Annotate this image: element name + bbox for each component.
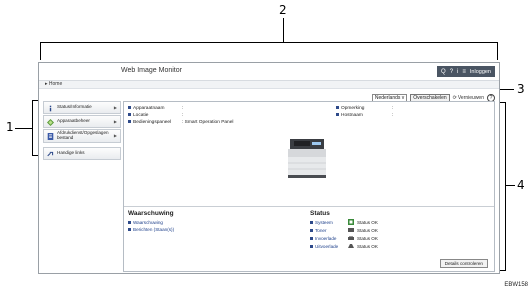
device-name-label: Apparaatnaam [128,106,164,111]
document-icon [47,133,54,140]
location-label: Locatie [128,113,148,118]
header-bar: Web Image Monitor Q ? i ≡ Inloggen [39,63,499,81]
location-value: : [182,113,184,118]
status-input-tray-value: Status OK [357,236,378,241]
content-area: Apparaatnaam : Locatie : Bedieningspanee… [123,101,495,272]
status-title: Status [310,210,330,217]
input-tray-icon [348,236,354,240]
sidebar-item-print-jobs[interactable]: Afdrukdienst/Opgeslagen bestand ▶ [43,129,121,143]
callout-1-line [15,128,32,129]
callout-1-bracket [32,100,33,155]
host-label: Hostnaam [336,113,363,118]
sidebar-item-label: Handige links [57,150,85,156]
printer-image [288,139,326,178]
sidebar-item-label: Status/Informatie [57,104,92,110]
menu-icon[interactable]: ≡ [462,69,466,75]
callout-4-line [505,185,515,186]
alert-link[interactable]: Waarschuwing [128,220,163,225]
check-details-button[interactable]: Details controleren [439,259,488,268]
device-name-value: : [182,106,184,111]
info-icon[interactable]: i [457,69,458,75]
callout-2-bracket-right [497,42,498,60]
header-icons: Q ? i ≡ Inloggen [437,66,495,77]
callout-2-bracket-left [40,42,41,60]
breadcrumb-home[interactable]: ▸ Home [45,81,62,87]
system-ok-icon [348,219,354,225]
sidebar-item-useful-links[interactable]: Handige links [43,147,121,160]
callout-4-bracket [505,102,506,270]
status-system-label[interactable]: Systeem [310,220,333,225]
output-tray-icon [348,244,354,248]
help-icon[interactable]: ? [450,69,453,75]
status-system-value: Status OK [357,220,378,225]
chevron-right-icon: ▶ [113,133,117,138]
comment-value: : [392,106,394,111]
breadcrumb: ▸ Home [39,81,499,89]
host-value: : [392,113,394,118]
status-toner-value: Status OK [357,228,378,233]
info-icon [49,105,52,112]
device-icon [47,119,54,126]
callout-2-line [283,18,284,42]
status-output-tray-label[interactable]: Uitvoerlade [310,244,338,249]
sidebar-item-label: Afdrukdienst/Opgeslagen bestand [57,130,109,140]
callout-1: 1 [6,120,14,134]
messages-link[interactable]: Berichten (Staan(s)) [128,227,174,232]
sidebar-item-device-management[interactable]: Apparaatbeheer ▶ [43,115,121,128]
search-icon[interactable]: Q [441,69,446,75]
status-output-tray-value: Status OK [357,244,378,249]
callout-3-line [500,89,514,90]
sidebar: Status/Informatie ▶ Apparaatbeheer ▶ Afd… [43,101,121,161]
callout-2-bracket [40,42,498,43]
panel-label: Bedieningspaneel [128,120,171,125]
status-input-tray-label[interactable]: Invoerlade [310,236,336,241]
section-divider [124,206,494,207]
panel-value: : Smart Operation Panel [182,120,234,125]
browser-screen: Web Image Monitor Q ? i ≡ Inloggen ▸ Hom… [38,62,500,274]
callout-2: 2 [279,3,287,17]
toner-icon [348,228,354,232]
chevron-right-icon: ▶ [113,119,117,124]
app-title: Web Image Monitor [121,67,182,74]
figure-code: EBW158 [504,282,528,288]
status-toner-label[interactable]: Toner [310,228,327,233]
login-button[interactable]: Inloggen [470,69,491,75]
callout-3: 3 [517,82,525,96]
sidebar-item-label: Apparaatbeheer [57,118,90,124]
comment-label: Opmerking [336,106,364,111]
chevron-right-icon: ▶ [113,105,117,110]
callout-4: 4 [517,178,525,192]
alerts-title: Waarschuwing [128,210,174,217]
sidebar-item-status[interactable]: Status/Informatie ▶ [43,101,121,114]
link-icon [47,151,54,157]
